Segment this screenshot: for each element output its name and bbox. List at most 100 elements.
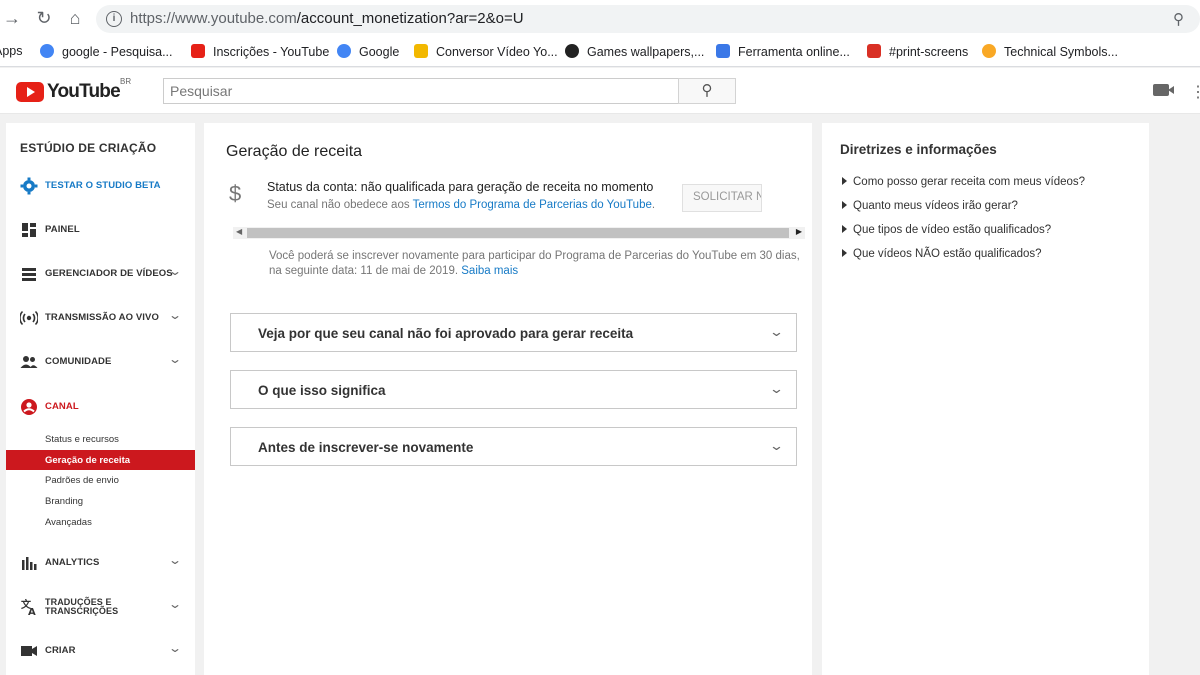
tool-icon [716,44,730,58]
sidebar-sub-monetization[interactable]: Geração de receita [6,450,195,470]
chevron-down-icon[interactable]: ⌄ [168,352,182,366]
emoji-icon [982,44,996,58]
bookmark-google-search[interactable]: google - Pesquisa... [40,44,173,59]
status-sub-text: Seu canal não obedece aos [267,199,413,211]
page-title: Geração de receita [226,143,363,160]
dashboard-icon [22,223,36,237]
sidebar-item-live[interactable]: TRANSMISSÃO AO VIVO ⌄ [6,305,195,331]
faq-label: Que vídeos NÃO estão qualificados? [853,248,1042,260]
zoom-icon[interactable]: ⚲ [1173,10,1184,28]
youtube-play-icon [16,82,44,102]
sidebar-item-channel[interactable]: CANAL [6,394,195,420]
faq-item[interactable]: Como posso gerar receita com meus vídeos… [842,176,1085,188]
sidebar-item-studio-beta[interactable]: TESTAR O STUDIO BETA [6,173,195,199]
scroll-left-icon[interactable]: ◀ [236,227,242,236]
chevron-down-icon[interactable]: ⌄ [168,597,182,611]
bookmark-google[interactable]: Google [337,44,399,59]
country-code: BR [120,77,132,86]
sidebar-item-create[interactable]: CRIAR ⌄ [6,638,195,664]
learn-more-link[interactable]: Saiba mais [461,265,518,277]
accordion-title: O que isso significa [258,383,386,398]
url-text[interactable]: https://www.youtube.com/account_monetiza… [130,10,524,27]
bookmark-technical-symbols[interactable]: Technical Symbols... [982,44,1118,59]
main-panel: Geração de receita $ Status da conta: nã… [204,123,812,675]
bookmark-video-converter[interactable]: Conversor Vídeo Yo... [414,44,558,59]
sidebar-item-translations[interactable]: 文A TRADUÇÕES E TRANSCRIÇÕES ⌄ [6,594,195,620]
create-icon [21,646,37,656]
faq-item[interactable]: Que vídeos NÃO estão qualificados? [842,248,1042,260]
chevron-down-icon: ⌄ [768,324,785,339]
forward-icon[interactable]: → [2,8,22,28]
sidebar-sub-upload-defaults[interactable]: Padrões de envio [45,475,119,486]
browser-toolbar: → ↻ ⌂ i https://www.youtube.com/account_… [0,0,1200,37]
converter-icon [414,44,428,58]
google-icon [337,44,351,58]
sidebar-title: ESTÚDIO DE CRIAÇÃO [20,141,157,155]
chevron-down-icon[interactable]: ⌄ [168,308,182,322]
sidebar-sub-branding[interactable]: Branding [45,496,83,507]
sidebar-item-label: COMUNIDADE [45,356,112,367]
sidebar-item-label: ANALYTICS [45,557,100,568]
gear-icon [20,177,38,195]
sidebar-item-analytics[interactable]: ANALYTICS ⌄ [6,550,195,576]
faq-item[interactable]: Quanto meus vídeos irão gerar? [842,200,1018,212]
faq-item[interactable]: Que tipos de vídeo estão qualificados? [842,224,1051,236]
home-icon[interactable]: ⌂ [65,8,85,28]
more-icon[interactable]: ⋮ [1190,82,1200,102]
sidebar-item-community[interactable]: COMUNIDADE ⌄ [6,349,195,375]
accordion-title: Antes de inscrever-se novamente [258,440,474,455]
bookmark-online-tool[interactable]: Ferramenta online... [716,44,850,59]
dollar-icon: $ [229,181,242,206]
triangle-right-icon [842,249,847,257]
sidebar-sub-advanced[interactable]: Avançadas [45,517,92,528]
live-icon [20,310,38,326]
chevron-down-icon[interactable]: ⌄ [168,553,182,567]
accordion-before-reapplying[interactable]: Antes de inscrever-se novamente ⌄ [230,427,797,466]
sidebar-item-label: TESTAR O STUDIO BETA [45,180,161,191]
accordion-title: Veja por que seu canal não foi aprovado … [258,326,634,341]
search-input[interactable]: Pesquisar [163,78,679,104]
calendar-icon [867,44,881,58]
chevron-down-icon: ⌄ [768,381,785,396]
guidelines-title: Diretrizes e informações [840,142,997,157]
bookmark-print-screens[interactable]: #print-screens [867,44,968,59]
account-status: Status da conta: não qualificada para ge… [267,180,654,194]
reapply-notice: Você poderá se inscrever novamente para … [269,249,814,279]
scrollbar-thumb[interactable] [247,228,789,238]
status-description: Seu canal não obedece aos Termos do Prog… [267,199,655,211]
faq-label: Que tipos de vídeo estão qualificados? [853,224,1052,236]
bookmark-youtube-subscriptions[interactable]: Inscrições - YouTube [191,44,329,59]
reload-icon[interactable]: ↻ [34,8,54,28]
search-button[interactable]: ⚲ [678,78,736,104]
channel-icon [21,399,37,415]
sidebar-item-label: TRADUÇÕES E TRANSCRIÇÕES [45,597,119,616]
bookmark-apps[interactable]: Apps [0,44,23,58]
partner-terms-link[interactable]: Termos do Programa de Parcerias do YouTu… [413,199,652,211]
youtube-header: YouTube BR Pesquisar ⚲ ⋮ [0,68,1200,114]
scroll-right-icon[interactable]: ▶ [796,227,802,236]
sidebar-sub-status[interactable]: Status e recursos [45,434,119,445]
horizontal-scrollbar[interactable]: ◀ ▶ [233,227,805,239]
sidebar: ESTÚDIO DE CRIAÇÃO TESTAR O STUDIO BETA … [6,123,195,675]
triangle-right-icon [842,201,847,209]
sidebar-sub-label: Geração de receita [45,455,131,466]
sidebar-item-label: PAINEL [45,224,80,235]
accordion-what-it-means[interactable]: O que isso significa ⌄ [230,370,797,409]
search-icon: ⚲ [701,82,713,99]
bookmarks-bar: Apps google - Pesquisa... Inscrições - Y… [0,37,1200,67]
upload-video-icon[interactable] [1153,84,1174,96]
translate-icon: 文A [21,598,36,616]
chevron-down-icon[interactable]: ⌄ [168,264,182,278]
svg-text:A: A [28,607,36,616]
games-icon [565,44,579,58]
sidebar-item-dashboard[interactable]: PAINEL [6,217,195,243]
chevron-down-icon[interactable]: ⌄ [168,641,182,655]
request-again-button[interactable]: SOLICITAR NOVAMENTE [682,184,762,212]
address-bar[interactable]: i https://www.youtube.com/account_moneti… [96,5,1200,33]
triangle-right-icon [842,177,847,185]
info-icon[interactable]: i [106,11,122,27]
accordion-why-not-approved[interactable]: Veja por que seu canal não foi aprovado … [230,313,797,352]
bookmark-games-wallpapers[interactable]: Games wallpapers,... [565,44,704,59]
status-sub-suffix: . [651,199,656,211]
sidebar-item-video-manager[interactable]: GERENCIADOR DE VÍDEOS ⌄ [6,261,195,287]
